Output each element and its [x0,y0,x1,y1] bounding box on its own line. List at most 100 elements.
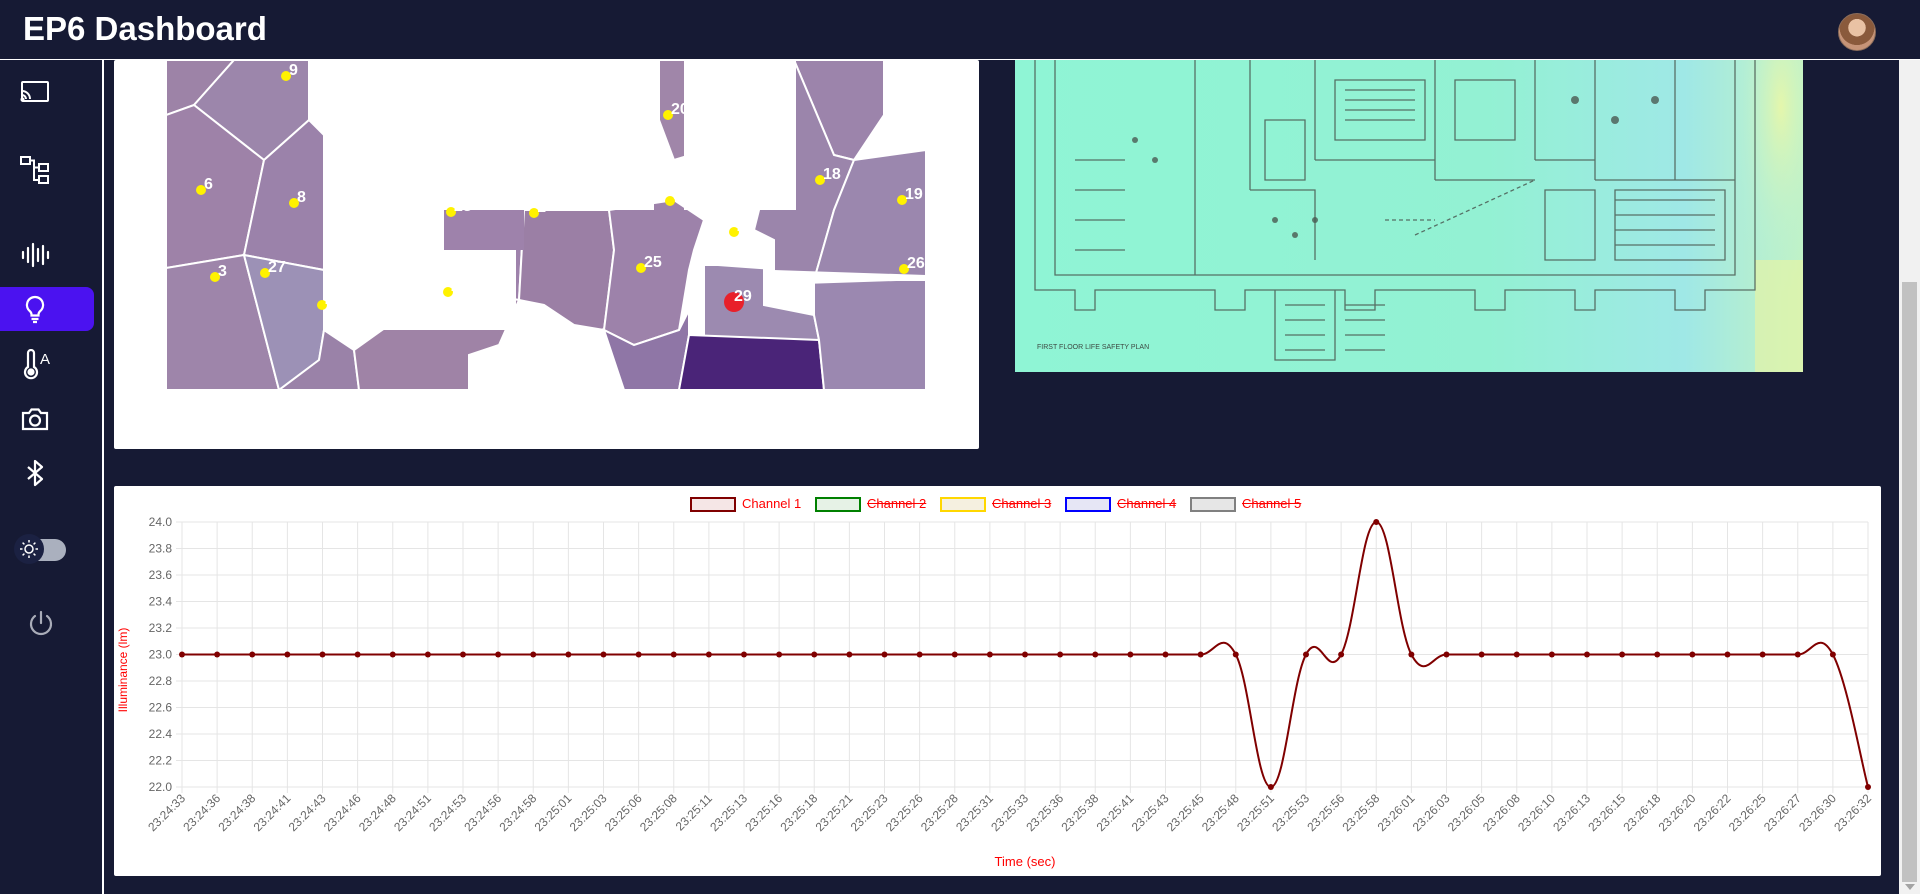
data-point-channel-1[interactable] [354,651,361,658]
y-tick-label: 22.6 [149,701,173,715]
data-point-channel-1[interactable] [776,651,783,658]
data-point-channel-1[interactable] [214,651,221,658]
data-point-channel-1[interactable] [811,651,818,658]
data-point-channel-1[interactable] [1584,651,1590,658]
data-point-channel-1[interactable] [1408,651,1415,658]
sidebar: A [0,60,104,894]
x-tick-label: 23:25:53 [1269,791,1312,834]
data-point-channel-1[interactable] [284,651,291,658]
x-tick-label: 23:25:23 [848,791,891,834]
x-tick-label: 23:26:03 [1410,791,1453,834]
x-tick-label: 23:26:08 [1480,791,1523,834]
x-tick-label: 23:26:10 [1515,791,1558,834]
x-tick-label: 23:26:22 [1691,791,1734,834]
data-point-channel-1[interactable] [1829,651,1836,658]
data-point-channel-1[interactable] [1443,651,1450,658]
x-tick-label: 23:25:43 [1129,791,1172,834]
data-point-channel-1[interactable] [741,651,747,658]
theme-toggle[interactable] [14,534,66,564]
sensor-label: 1 [537,199,546,216]
data-point-channel-1[interactable] [1654,651,1661,658]
sensor-label: 18 [823,166,841,183]
floorplan-caption: FIRST FLOOR LIFE SAFETY PLAN [1037,344,1149,351]
data-point-channel-1[interactable] [1548,651,1555,658]
sidebar-item-network[interactable] [0,148,94,192]
void-region [444,210,524,250]
data-point-channel-1[interactable] [1022,651,1028,658]
user-avatar[interactable] [1838,13,1876,51]
data-point-channel-1[interactable] [986,651,993,658]
data-point-channel-1[interactable] [1724,651,1731,658]
sidebar-item-temperature[interactable]: A [0,342,94,386]
sidebar-item-cast[interactable] [0,70,94,114]
data-point-channel-1[interactable] [1092,651,1099,658]
data-point-channel-1[interactable] [705,651,712,658]
cast-icon [20,81,49,102]
y-tick-label: 23.4 [149,595,173,609]
power-icon [29,610,53,636]
data-point-channel-1[interactable] [1232,651,1239,658]
illuminance-chart-card: Channel 1 Channel 2 Channel 3 Channel 4 … [114,486,1881,876]
data-point-channel-1[interactable] [1478,651,1485,658]
data-point-channel-1[interactable] [319,651,326,658]
sensor-label: 24 [325,291,343,308]
data-point-channel-1[interactable] [1689,651,1696,658]
data-point-channel-1[interactable] [1303,651,1309,658]
data-point-channel-1[interactable] [179,651,185,658]
data-point-channel-1[interactable] [916,651,923,658]
x-tick-label: 23:26:30 [1796,791,1839,834]
data-point-channel-1[interactable] [1197,651,1204,658]
data-point-channel-1[interactable] [1162,651,1169,658]
scroll-down-arrow[interactable] [1905,884,1915,890]
sidebar-item-bluetooth[interactable] [0,451,94,495]
y-tick-label: 23.0 [149,648,173,662]
x-tick-label: 23:24:46 [321,791,364,834]
sensor-label: 8 [297,189,306,206]
page-scrollbar[interactable] [1899,60,1920,894]
data-point-channel-1[interactable] [1794,651,1801,658]
x-axis-label: Time (sec) [995,854,1056,869]
app-title: EP6 Dashboard [23,10,267,47]
x-tick-label: 23:24:41 [251,791,294,834]
x-tick-label: 23:25:28 [918,791,961,834]
sensor-label: 20 [671,101,689,118]
data-point-channel-1[interactable] [389,651,396,658]
data-point-channel-1[interactable] [1865,784,1871,790]
data-point-channel-1[interactable] [530,651,537,658]
data-point-channel-1[interactable] [460,651,466,658]
data-point-channel-1[interactable] [249,651,256,658]
sidebar-item-light[interactable] [0,287,94,331]
data-point-channel-1[interactable] [1267,784,1274,790]
data-point-channel-1[interactable] [846,651,853,658]
data-point-channel-1[interactable] [600,651,607,658]
x-tick-label: 23:26:15 [1585,791,1628,834]
x-tick-label: 23:25:06 [602,791,645,834]
data-point-channel-1[interactable] [635,651,642,658]
voronoi-cell[interactable] [813,279,926,390]
data-point-channel-1[interactable] [1127,651,1134,658]
voronoi-cell[interactable] [677,333,826,390]
sidebar-item-sound[interactable] [0,233,94,277]
waveform-icon [21,242,50,268]
data-point-channel-1[interactable] [1759,651,1766,658]
y-tick-label: 24.0 [149,515,173,529]
x-tick-label: 23:25:36 [1023,791,1066,834]
data-point-channel-1[interactable] [495,651,502,658]
scrollbar-thumb[interactable] [1902,282,1917,882]
data-point-channel-1[interactable] [1373,519,1380,525]
sensor-label: 5 [673,187,682,204]
data-point-channel-1[interactable] [881,651,888,658]
sidebar-item-camera[interactable] [0,397,94,441]
x-tick-label: 23:25:18 [777,791,820,834]
data-point-channel-1[interactable] [1338,651,1345,658]
data-point-channel-1[interactable] [424,651,431,658]
data-point-channel-1[interactable] [1619,651,1626,658]
data-point-channel-1[interactable] [670,651,677,658]
data-point-channel-1[interactable] [1513,651,1520,658]
power-button[interactable] [6,602,100,646]
data-point-channel-1[interactable] [565,651,572,658]
data-point-channel-1[interactable] [951,651,958,658]
x-tick-label: 23:26:18 [1620,791,1663,834]
data-point-channel-1[interactable] [1057,651,1064,658]
voronoi-cell[interactable] [517,209,616,332]
